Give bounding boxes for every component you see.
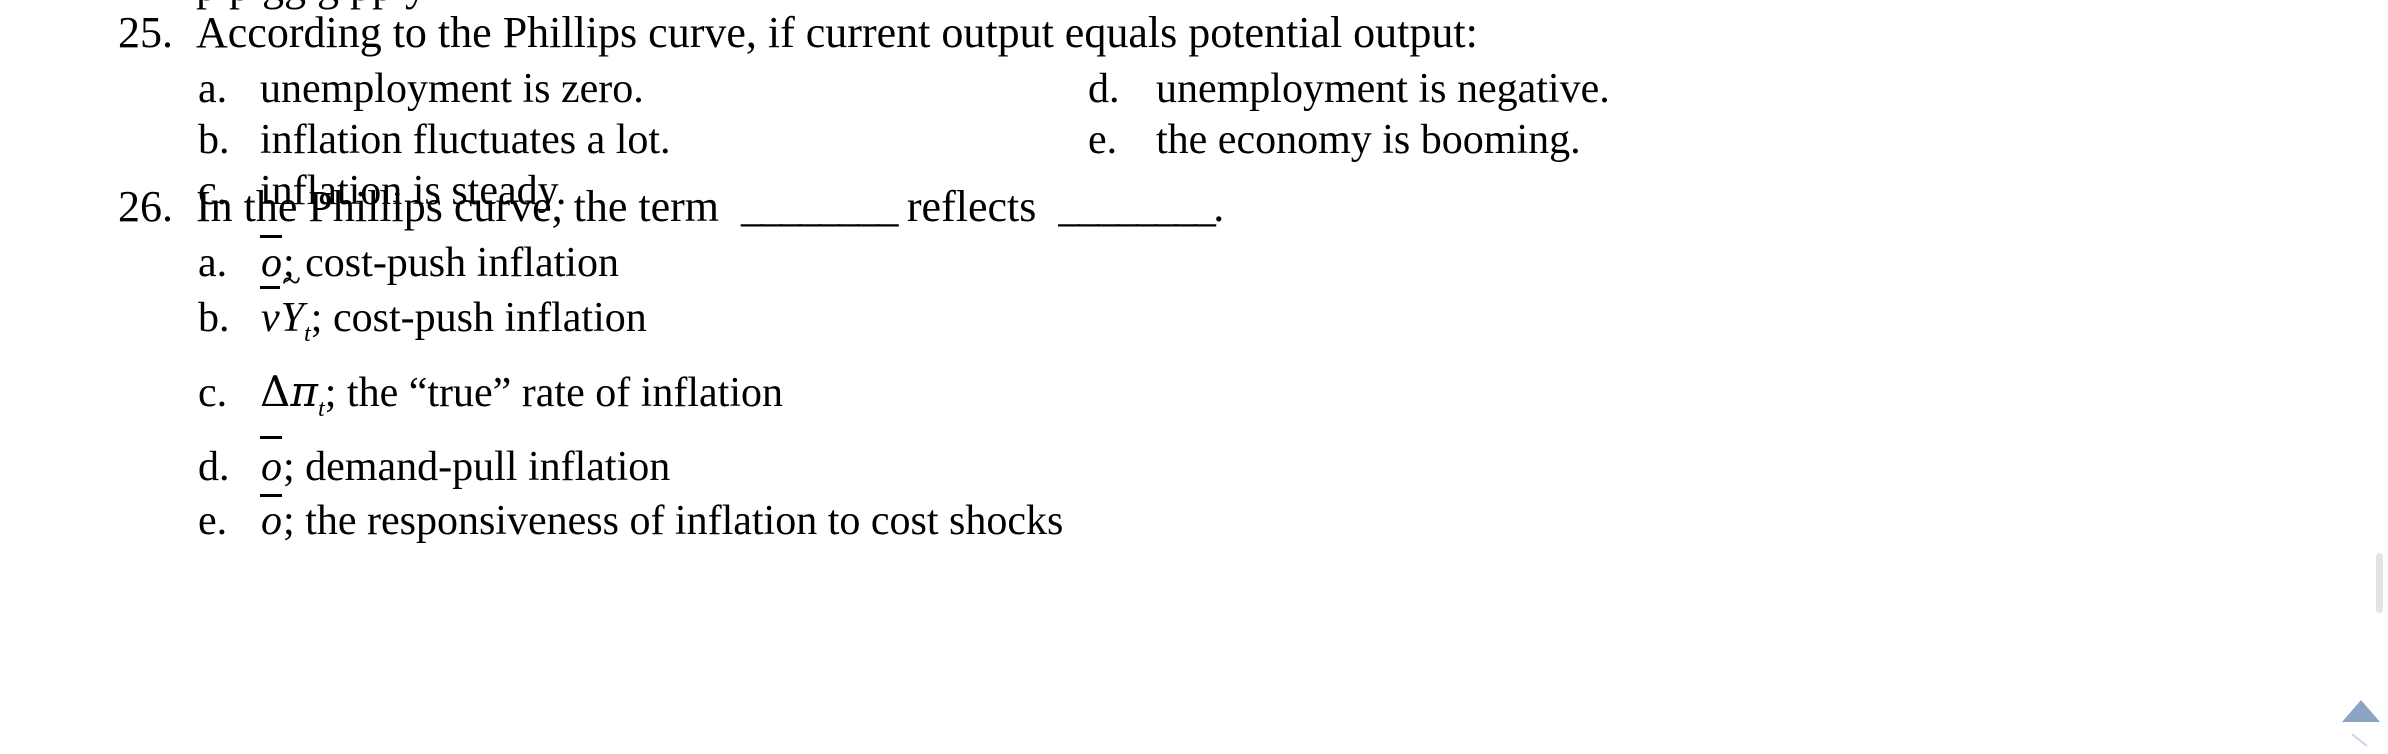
stem-part-3: .: [1213, 182, 1225, 231]
option-letter: e.: [1088, 117, 1118, 163]
scroll-up-arrow-icon[interactable]: [2342, 700, 2380, 722]
option-row: b. inflation fluctuates a lot. e. the ec…: [0, 115, 2388, 166]
question-25-stem: 25. According to the Phillips curve, if …: [0, 6, 2388, 60]
option-text: ; cost-push inflation: [310, 295, 647, 341]
subscript-t: t: [304, 320, 311, 348]
option-label: o; cost-push inflation: [260, 235, 619, 289]
o-bar-symbol: o: [260, 235, 283, 289]
option-row: b. vYt; cost-push inflation: [0, 286, 2388, 363]
option-letter: a.: [198, 240, 228, 286]
option-25-a[interactable]: a. unemployment is zero.: [0, 64, 1088, 115]
option-label: vYt; cost-push inflation: [260, 286, 647, 363]
option-26-a[interactable]: a. o; cost-push inflation: [0, 235, 1088, 289]
subscript-t: t: [317, 395, 325, 423]
o-bar-symbol: o: [260, 435, 283, 496]
option-letter: d.: [198, 444, 230, 491]
pi-symbol: π: [290, 367, 318, 417]
option-label: inflation fluctuates a lot.: [260, 117, 671, 163]
option-row: e. o; the responsiveness of inflation to…: [0, 493, 2388, 547]
document-page: p p gg g pp y 25. According to the Phill…: [0, 0, 2388, 754]
option-letter: b.: [198, 295, 230, 341]
option-label: o; demand-pull inflation: [260, 435, 671, 496]
scrollbar-track[interactable]: [2366, 0, 2388, 754]
option-26-e[interactable]: e. o; the responsiveness of inflation to…: [0, 493, 1088, 547]
option-letter: d.: [1088, 66, 1120, 112]
option-row: d. o; demand-pull inflation: [0, 435, 2388, 496]
delta-symbol: Δ: [260, 367, 291, 417]
question-26-stem: 26. In the Phillips curve, the term ____…: [0, 180, 2388, 234]
question-26: 26. In the Phillips curve, the term ____…: [0, 180, 2388, 547]
option-row: c. Δπt; the “true” rate of inflation: [0, 363, 2388, 438]
option-text: ; demand-pull inflation: [283, 444, 671, 491]
stem-part-2: reflects: [906, 182, 1037, 231]
option-letter: b.: [198, 117, 230, 163]
option-text: ; the “true” rate of inflation: [324, 370, 784, 417]
option-letter: c.: [198, 370, 228, 417]
option-25-d[interactable]: d. unemployment is negative.: [1088, 64, 1610, 115]
option-26-c[interactable]: c. Δπt; the “true” rate of inflation: [0, 363, 1088, 438]
blank-2: ________: [1058, 182, 1216, 231]
option-text: ; cost-push inflation: [283, 240, 619, 286]
scroll-arrow-accent-icon: [2352, 733, 2374, 747]
option-label: unemployment is zero.: [260, 66, 644, 112]
option-label: the economy is booming.: [1156, 117, 1581, 163]
question-26-text: In the Phillips curve, the term ________…: [196, 180, 1224, 234]
y-tilde-symbol: Y: [281, 289, 304, 347]
option-26-d[interactable]: d. o; demand-pull inflation: [0, 435, 1088, 496]
option-letter: e.: [198, 498, 228, 545]
scrollbar-thumb[interactable]: [2376, 553, 2383, 613]
option-row: a. unemployment is zero. d. unemployment…: [0, 64, 2388, 115]
question-26-options: a. o; cost-push inflation b. vYt; cost-p…: [0, 235, 2388, 547]
stem-part-1: In the Phillips curve, the term: [196, 182, 719, 231]
option-row: a. o; cost-push inflation: [0, 235, 2388, 289]
option-text: ; the responsiveness of inflation to cos…: [283, 498, 1064, 545]
question-25-text: According to the Phillips curve, if curr…: [196, 8, 1478, 57]
v-bar-symbol: v: [260, 286, 281, 347]
option-25-b[interactable]: b. inflation fluctuates a lot.: [0, 115, 1088, 166]
question-25-number: 25.: [118, 8, 173, 57]
option-26-b[interactable]: b. vYt; cost-push inflation: [0, 286, 1088, 363]
blank-1: ________: [741, 182, 899, 231]
option-label: Δπt; the “true” rate of inflation: [260, 363, 783, 438]
o-bar-symbol: o: [260, 493, 283, 547]
option-label: o; the responsiveness of inflation to co…: [260, 493, 1064, 547]
option-25-e[interactable]: e. the economy is booming.: [1088, 115, 1581, 166]
option-label: unemployment is negative.: [1156, 66, 1610, 112]
option-letter: a.: [198, 66, 228, 112]
question-26-number: 26.: [118, 182, 173, 231]
